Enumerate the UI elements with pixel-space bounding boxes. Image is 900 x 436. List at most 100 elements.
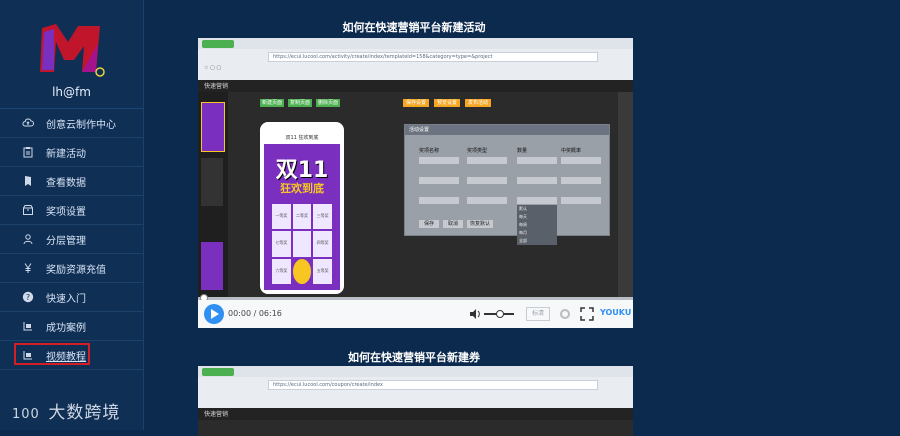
video-title: 如何在快速营销平台新建活动 [342,21,486,34]
dropdown-item[interactable]: 全部 [517,237,557,245]
smiley-icon [292,258,312,284]
play-icon [211,309,219,319]
volume-icon[interactable] [468,307,482,321]
prize-cell: 二等奖 [292,204,312,230]
sidebar-item-prize-settings[interactable]: 奖项设置 [0,196,143,225]
sidebar-item-view-data[interactable]: 查看数据 [0,167,143,196]
dropdown-menu[interactable]: 默认 每天 每周 每月 全部 [517,205,557,245]
sidebar-item-video-tutorial[interactable]: 视频教程 [0,341,143,370]
dialog-select[interactable] [517,157,557,164]
dialog-select[interactable] [561,197,601,204]
sidebar-item-label: 快速入门 [46,293,86,305]
dialog-save-button[interactable]: 保存 [419,220,439,228]
youku-logo-text: YOUKU [600,308,632,317]
user-name[interactable]: lh@fm [0,85,143,99]
dialog-select[interactable] [419,177,459,184]
phone-header-title: 双11 狂欢到底 [285,135,319,141]
prize-cell: 五等奖 [313,258,332,284]
video-url-bar: https://ecui.lucool.com/activity/create/… [268,52,598,62]
sidebar-item-label: 分层管理 [46,235,86,247]
video-url-bar: https://ecui.lucool.com/coupon/create/in… [268,380,598,390]
save-settings-button[interactable]: 保存设置 [403,99,429,107]
delete-page-button[interactable]: 删除页面 [316,99,340,107]
dialog-reset-button[interactable]: 恢复默认 [467,220,493,228]
sidebar-item-label: 成功案例 [46,322,86,334]
promo-poster: 双11 狂欢到底 一等奖 二等奖 三等奖 七等奖 四等奖 六等奖 五等奖 [264,144,340,290]
watermark: 100 大数跨境 [12,398,120,423]
video-app-label: 快速营销 [204,83,229,90]
video-title: 如何在快速营销平台新建券 [348,351,480,364]
quality-button[interactable]: 标清 [526,307,550,321]
sidebar-item-label: 视频教程 [46,351,86,363]
video-side-scrollbar[interactable] [618,92,633,300]
dropdown-item[interactable]: 每周 [517,221,557,229]
video-browser-chrome: https://ecui.lucool.com/coupon/create/in… [198,366,633,408]
dialog-cancel-button[interactable]: 取消 [443,220,463,228]
settings-gear-icon[interactable] [558,307,572,321]
sidebar-item-tier-management[interactable]: 分层管理 [0,225,143,254]
volume-handle[interactable] [496,310,504,318]
video-controls: 00:00 / 06:16 标清 YOUKU [198,300,633,328]
dialog-select[interactable] [467,157,507,164]
box-icon [23,205,33,215]
watermark-logo-icon: 100 [12,407,39,422]
dialog-select[interactable] [419,157,459,164]
sidebar-item-label: 奖励资源充值 [46,264,106,276]
dialog-field-label: 奖项名称 [419,148,440,154]
volume-slider[interactable] [484,310,514,318]
dialog-select[interactable] [561,157,601,164]
sidebar-item-label: 查看数据 [46,177,86,189]
case-icon [23,322,32,331]
sidebar-item-label: 创意云制作中心 [46,119,116,131]
copy-page-button[interactable]: 复制页面 [288,99,312,107]
sidebar-item-new-activity[interactable]: 新建活动 [0,138,143,167]
dialog-select[interactable] [467,177,507,184]
bookmark-icon [25,176,31,186]
video-icon [23,351,32,360]
video-app-header: 快速营销 [198,80,633,92]
prize-cell-empty [292,231,312,257]
prize-cell: 六等奖 [272,258,291,284]
video-time: 00:00 / 06:16 [228,309,282,318]
svg-text:?: ? [26,293,30,302]
prize-grid: 一等奖 二等奖 三等奖 七等奖 四等奖 六等奖 五等奖 [272,204,332,284]
prize-cell: 三等奖 [313,204,332,230]
video-app-header: 快速营销 [198,408,633,420]
dropdown-item[interactable]: 默认 [517,205,557,213]
video-player[interactable]: https://ecui.lucool.com/coupon/create/in… [198,366,633,436]
dialog-select[interactable] [517,197,557,204]
dropdown-item[interactable]: 每天 [517,213,557,221]
sidebar-item-reward-recharge[interactable]: 奖励资源充值 [0,254,143,283]
preview-settings-button[interactable]: 预览设置 [434,99,460,107]
publish-activity-button[interactable]: 发布活动 [465,99,491,107]
sidebar-item-label: 新建活动 [46,148,86,160]
dialog-field-label: 数量 [517,148,528,154]
video-player[interactable]: https://ecui.lucool.com/activity/create/… [198,38,633,328]
dialog-select[interactable] [517,177,557,184]
dialog-field-label: 中奖概率 [561,148,582,154]
prize-cell: 七等奖 [272,231,291,257]
sidebar-nav: 创意云制作中心 新建活动 查看数据 奖项设置 分层管理 奖励资源充值 ? 快速入… [0,108,143,370]
sidebar: lh@fm 创意云制作中心 新建活动 查看数据 奖项设置 分层管理 奖励资源充值… [0,0,144,430]
yen-icon [24,263,32,273]
play-button[interactable] [204,304,224,324]
sidebar-item-success-cases[interactable]: 成功案例 [0,312,143,341]
users-icon [23,234,33,245]
prize-cell: 四等奖 [313,231,332,257]
dialog-field-label: 奖项类型 [467,148,488,154]
dialog-select[interactable] [561,177,601,184]
phone-mockup: 双11 狂欢到底 双11 狂欢到底 一等奖 二等奖 三等奖 七等奖 四等奖 六等… [260,122,344,294]
sidebar-item-creative-center[interactable]: 创意云制作中心 [0,109,143,138]
settings-dialog: 活动设置 奖项名称 奖项类型 数量 中奖概率 保存 取消 恢复默认 默认 每天 … [404,124,610,245]
dropdown-item[interactable]: 每月 [517,229,557,237]
question-icon: ? [22,291,34,303]
cloud-upload-icon [22,118,34,127]
dialog-select[interactable] [467,197,507,204]
settings-dialog-title: 活动设置 [405,125,609,135]
video-app-label: 快速营销 [204,411,229,418]
sidebar-item-quick-start[interactable]: ? 快速入门 [0,283,143,312]
new-page-button[interactable]: 新建页面 [260,99,284,107]
watermark-text: 大数跨境 [48,403,121,423]
fullscreen-icon[interactable] [580,307,594,321]
dialog-select[interactable] [419,197,459,204]
